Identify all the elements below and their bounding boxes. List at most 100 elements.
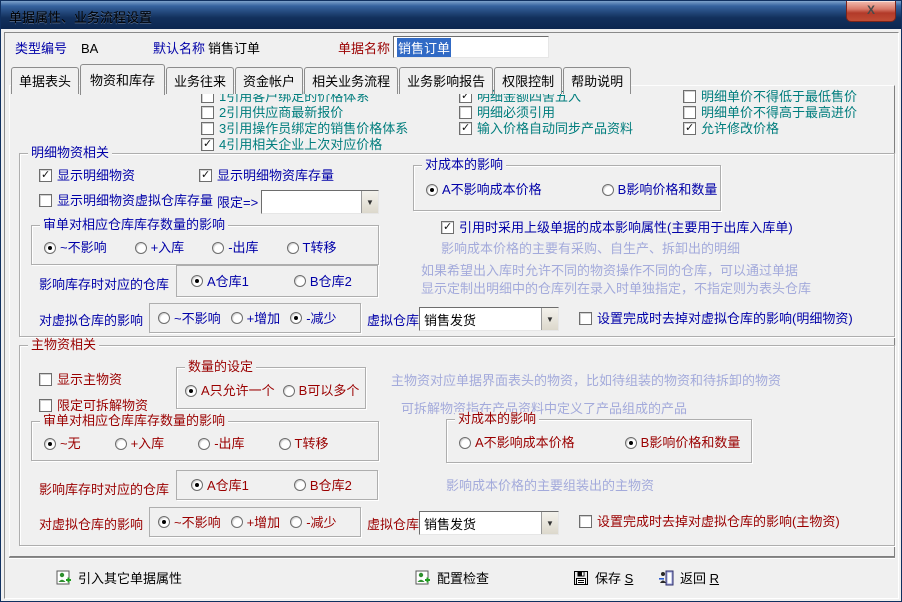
inherit-cost-attr-checkbox[interactable]: 引用时采用上级单据的成本影响属性(主要用于出库入库单)	[441, 220, 793, 235]
checkbox-icon	[199, 169, 212, 182]
radio-in-stock[interactable]: +入库	[115, 436, 165, 451]
radio-label: +入库	[131, 436, 165, 451]
radio-cost-no-impact[interactable]: A不影响成本价格	[426, 182, 542, 197]
limit-combobox[interactable]: ▼	[261, 190, 379, 214]
detail-clear-virtual-checkbox[interactable]: 设置完成时去掉对虚拟仓库的影响(明细物资)	[579, 311, 853, 326]
option-label: 显示明细物资虚拟仓库存量	[57, 193, 213, 208]
detail-cost-impact-group: 对成本的影响 A不影响成本价格 B影响价格和数量	[413, 165, 721, 211]
radio-virtual-decrease[interactable]: -减少	[290, 311, 336, 326]
radio-virtual-increase[interactable]: +增加	[231, 311, 281, 326]
option-label: 限定可拆解物资	[57, 398, 148, 413]
detail-virtual-warehouse-combobox[interactable]: 销售发货 ▼	[419, 307, 559, 331]
option-allow-price-edit[interactable]: 允许修改价格	[683, 121, 779, 136]
tab-document-header[interactable]: 单据表头	[11, 67, 79, 94]
checkbox-icon	[683, 122, 696, 135]
radio-icon	[185, 385, 197, 397]
import-doc-attrs-button[interactable]: 引入其它单据属性	[56, 568, 182, 587]
import-icon	[56, 570, 72, 586]
main-material-hint1: 主物资对应单据界面表头的物资，比如待组装的物资和待拆卸的物资	[391, 373, 781, 388]
radio-icon	[231, 516, 243, 528]
dialog-window: 单据属性、业务流程设置 X 类型编号 BA 默认名称 销售订单 单据名称 销售订…	[0, 0, 902, 602]
radio-out-stock[interactable]: -出库	[198, 436, 244, 451]
radio-cost-no-impact[interactable]: A不影响成本价格	[459, 435, 575, 450]
radio-label: ~不影响	[174, 311, 221, 326]
window-title: 单据属性、业务流程设置	[9, 7, 152, 26]
main-clear-virtual-checkbox[interactable]: 设置完成时去掉对虚拟仓库的影响(主物资)	[579, 514, 840, 529]
title-bar[interactable]: 单据属性、业务流程设置	[1, 1, 902, 29]
doc-name-selected-text: 销售订单	[397, 38, 451, 57]
tab-related-processes[interactable]: 相关业务流程	[304, 67, 398, 94]
option-detail-must-quote[interactable]: 明细必须引用	[459, 105, 555, 120]
radio-out-stock[interactable]: -出库	[212, 240, 258, 255]
option-label: 明细单价不得低于最低售价	[701, 89, 857, 104]
tab-fund-accounts[interactable]: 资金帐户	[235, 67, 303, 94]
option-related-company-price[interactable]: 4引用相关企业上次对应价格	[201, 137, 382, 152]
radio-warehouse-b[interactable]: B仓库2	[294, 274, 352, 289]
radio-virtual-no-impact[interactable]: ~不影响	[158, 311, 221, 326]
main-audit-impact-title: 审单对相应仓库库存数量的影响	[40, 414, 228, 428]
option-supplier-latest-quote[interactable]: 2引用供应商最新报价	[201, 105, 343, 120]
radio-cost-price-qty[interactable]: B影响价格和数量	[625, 435, 741, 450]
checkbox-icon	[579, 515, 592, 528]
return-button[interactable]: 返回 R	[658, 568, 719, 587]
radio-label: -减少	[306, 515, 336, 530]
option-operator-price-system[interactable]: 3引用操作员绑定的销售价格体系	[201, 121, 408, 136]
radio-only-one[interactable]: A只允许一个	[185, 383, 275, 398]
radio-warehouse-a[interactable]: A仓库1	[191, 478, 249, 493]
checkbox-icon	[201, 106, 214, 119]
tab-materials-inventory[interactable]: 物资和库存	[80, 64, 165, 95]
show-main-material-checkbox[interactable]: 显示主物资	[39, 372, 122, 387]
radio-icon	[294, 275, 306, 287]
limit-splittable-checkbox[interactable]: 限定可拆解物资	[39, 398, 148, 413]
radio-icon	[290, 516, 302, 528]
config-check-button[interactable]: 配置检查	[415, 568, 489, 587]
close-button[interactable]: X	[846, 1, 896, 22]
doc-name-input[interactable]: 销售订单	[393, 36, 549, 58]
radio-icon	[191, 275, 203, 287]
radio-in-stock[interactable]: +入库	[135, 240, 185, 255]
radio-virtual-no-impact[interactable]: ~不影响	[158, 515, 221, 530]
checkbox-icon	[201, 122, 214, 135]
chevron-down-icon[interactable]: ▼	[361, 191, 378, 213]
radio-icon	[459, 437, 471, 449]
tab-business-dealings[interactable]: 业务往来	[166, 67, 234, 94]
radio-icon	[158, 312, 170, 324]
option-min-sale-price[interactable]: 明细单价不得低于最低售价	[683, 89, 857, 104]
radio-icon	[287, 242, 299, 254]
radio-warehouse-a[interactable]: A仓库1	[191, 274, 249, 289]
option-label: 显示主物资	[57, 372, 122, 387]
main-virtual-warehouse-combobox[interactable]: 销售发货 ▼	[419, 511, 559, 535]
show-virtual-stock-checkbox[interactable]: 显示明细物资虚拟仓库存量	[39, 193, 213, 208]
option-sync-product-price[interactable]: 输入价格自动同步产品资料	[459, 121, 633, 136]
tab-impact-report[interactable]: 业务影响报告	[399, 67, 493, 94]
radio-virtual-increase[interactable]: +增加	[231, 515, 281, 530]
radio-none[interactable]: ~无	[44, 436, 81, 451]
detail-warehouse-box: A仓库1 B仓库2	[176, 265, 378, 297]
tab-help[interactable]: 帮助说明	[563, 67, 631, 94]
footer-separator	[9, 557, 895, 559]
radio-multiple[interactable]: B可以多个	[283, 383, 360, 398]
save-button[interactable]: 保存 S	[573, 568, 633, 587]
detail-materials-group-title: 明细物资相关	[28, 146, 112, 160]
radio-virtual-decrease[interactable]: -减少	[290, 515, 336, 530]
main-warehouse-label: 影响库存时对应的仓库	[39, 482, 169, 497]
show-detail-materials-checkbox[interactable]: 显示明细物资	[39, 168, 135, 183]
chevron-down-icon[interactable]: ▼	[541, 308, 558, 330]
tab-strip: 单据表头 物资和库存 业务往来 资金帐户 相关业务流程 业务影响报告 权限控制 …	[11, 63, 632, 94]
radio-warehouse-b[interactable]: B仓库2	[294, 478, 352, 493]
option-max-purchase-price[interactable]: 明细单价不得高于最高进价	[683, 105, 857, 120]
tab-permission-control[interactable]: 权限控制	[494, 67, 562, 94]
radio-transfer[interactable]: T转移	[287, 240, 337, 255]
radio-icon	[283, 385, 295, 397]
radio-icon	[231, 312, 243, 324]
radio-label: B影响价格和数量	[618, 182, 718, 197]
radio-icon	[115, 438, 127, 450]
show-detail-stock-checkbox[interactable]: 显示明细物资库存量	[199, 168, 334, 183]
radio-cost-price-qty[interactable]: B影响价格和数量	[602, 182, 718, 197]
radio-no-impact[interactable]: ~不影响	[44, 240, 107, 255]
radio-label: A仓库1	[207, 478, 249, 493]
chevron-down-icon[interactable]: ▼	[541, 512, 558, 534]
limit-combobox-value	[262, 191, 361, 213]
checkbox-icon	[683, 90, 696, 103]
radio-transfer[interactable]: T转移	[279, 436, 329, 451]
